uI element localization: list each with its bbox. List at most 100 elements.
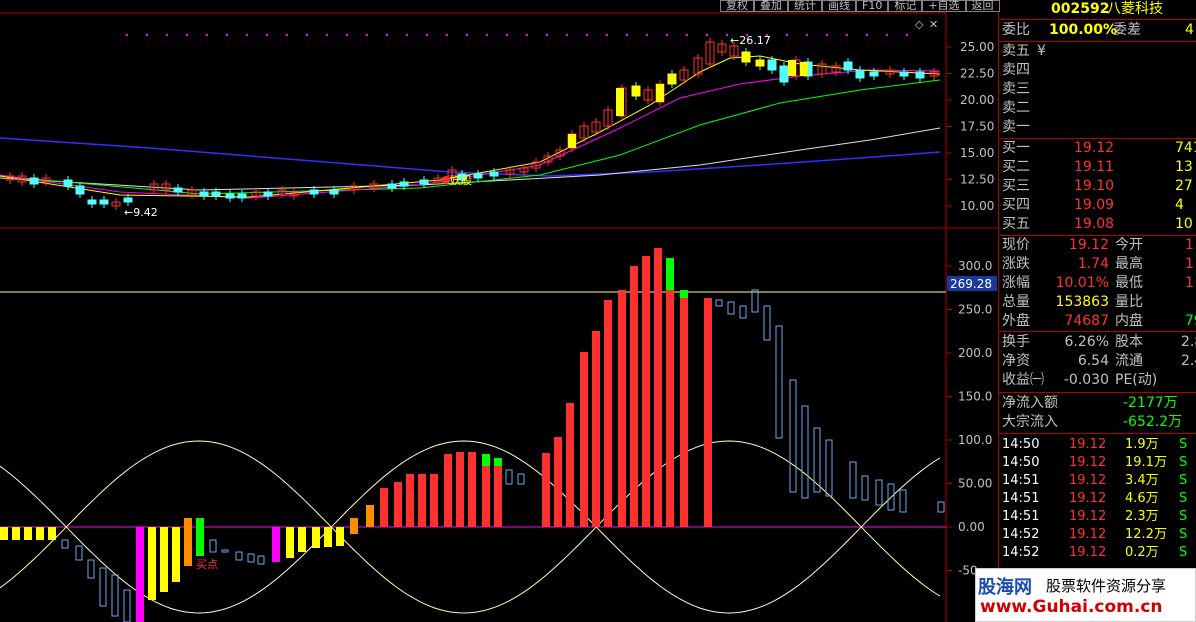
tick-row: 14:52 19.12 0.2万 S xyxy=(999,543,1196,562)
signal-dot xyxy=(226,34,228,36)
indicator-bar xyxy=(418,474,426,527)
indicator-bar xyxy=(654,248,662,527)
watermark-logo: 股海网 xyxy=(978,577,1032,598)
candle-body xyxy=(309,189,319,195)
quote-label2: 内盘 xyxy=(1115,313,1143,329)
signal-dot xyxy=(406,34,408,36)
indicator-bar xyxy=(350,518,358,534)
quote-value: 153863 xyxy=(1055,294,1109,310)
quote-value2: 1 xyxy=(1185,256,1194,272)
tick-volume: 2.3万 xyxy=(1125,509,1159,524)
tick-side: S xyxy=(1179,509,1188,524)
buy-level-3: 买三 19.10 27 xyxy=(999,177,1196,196)
candle-body xyxy=(211,191,221,197)
quote-row-3: 总量 153863 量比 xyxy=(999,293,1196,312)
stock-name: 八菱科技 xyxy=(1107,1,1163,17)
buy-price: 19.12 xyxy=(1074,140,1115,156)
kline-chart-area[interactable]: 25.00 22.50 20.00 17.50 15.00 12.50 10.00 300.0… xyxy=(0,0,998,622)
candle-body xyxy=(199,191,209,197)
toolbar-button-3[interactable]: 画线 xyxy=(822,0,856,12)
indicator-bar xyxy=(12,527,20,540)
candle-body xyxy=(855,69,865,79)
indicator-bar xyxy=(366,505,374,527)
candle-body xyxy=(489,171,499,177)
ind-tick-label: 150.0 xyxy=(958,390,992,404)
indicator-bar xyxy=(324,527,332,547)
buy-volume: 741 xyxy=(1175,140,1196,156)
sell-label: 卖三 xyxy=(1002,81,1030,97)
candle-yellow xyxy=(656,84,664,102)
candle-body xyxy=(631,85,641,97)
buy-label: 买五 xyxy=(1002,216,1030,232)
stock-header: 002592 八菱科技 xyxy=(999,0,1196,19)
toolbar-button-6[interactable]: +自选 xyxy=(922,0,966,12)
candle-yellow xyxy=(616,88,624,116)
signal-dot xyxy=(726,34,728,36)
signal-dot xyxy=(826,34,828,36)
candle-yellow xyxy=(788,60,796,76)
toolbar-button-7[interactable]: 返回 xyxy=(965,0,1000,12)
fund-label: 换手 xyxy=(1002,334,1030,350)
price-tick-label: 22.50 xyxy=(960,67,994,81)
candle-body xyxy=(399,181,409,187)
indicator-bar xyxy=(468,452,476,527)
price-tick-label: 20.00 xyxy=(960,93,994,107)
candle-body xyxy=(779,65,789,83)
tick-side: S xyxy=(1179,527,1188,542)
indicator-bar xyxy=(312,527,320,548)
tick-price: 19.12 xyxy=(1069,491,1107,506)
signal-dot xyxy=(206,34,208,36)
tick-volume: 0.2万 xyxy=(1125,545,1159,560)
tick-volume: 1.9万 xyxy=(1125,437,1159,452)
signal-dot xyxy=(626,34,628,36)
indicator-bar xyxy=(494,458,502,527)
quote-panel: 002592 八菱科技 委比 100.00% 委差 4 卖五 ¥ 卖四 卖三 卖二 卖一 … xyxy=(998,0,1196,622)
signal-dot xyxy=(886,34,888,36)
indicator-bar xyxy=(554,437,562,527)
close-icon: ✕ xyxy=(929,18,938,31)
signal-dot xyxy=(846,34,848,36)
indicator-bar-cap xyxy=(482,454,490,466)
buy-price: 19.11 xyxy=(1074,159,1115,175)
ind-tick-label: 200.0 xyxy=(958,346,992,360)
candle-body xyxy=(667,73,677,85)
quote-row-0: 现价 19.12 今开 1 xyxy=(999,236,1196,255)
candle-body xyxy=(87,199,97,205)
candle-body xyxy=(473,173,483,179)
tick-price: 19.12 xyxy=(1069,473,1107,488)
toolbar-button-2[interactable]: 统计 xyxy=(788,0,822,12)
sell-level-5: 卖五 ¥ xyxy=(999,42,1196,61)
signal-dot xyxy=(466,34,468,36)
toolbar-button-4[interactable]: F10 xyxy=(856,0,889,12)
buy-price: 19.08 xyxy=(1074,216,1115,232)
buy-volume: 27 xyxy=(1175,178,1193,194)
signal-dot xyxy=(806,34,808,36)
quote-value: 10.01% xyxy=(1055,275,1109,291)
toolbar-button-1[interactable]: 叠加 xyxy=(754,0,788,12)
fund-label2: 流通 xyxy=(1115,353,1143,369)
signal-dot xyxy=(546,34,548,36)
buy-volume: 13 xyxy=(1175,159,1193,175)
signal-dot xyxy=(246,34,248,36)
tick-row: 14:52 19.12 12.2万 S xyxy=(999,525,1196,544)
indicator-bar xyxy=(604,300,612,527)
signal-dot xyxy=(306,34,308,36)
tick-price: 19.12 xyxy=(1069,455,1107,470)
indicator-bar xyxy=(618,290,626,527)
toolbar-button-5[interactable]: 标记 xyxy=(888,0,923,12)
signal-marker-label: 妖股 xyxy=(450,173,472,187)
indicator-bar xyxy=(642,256,650,527)
flow-label: 大宗流入 xyxy=(1002,414,1058,430)
tick-side: S xyxy=(1179,545,1188,560)
candle-body xyxy=(63,179,73,187)
signal-dot xyxy=(646,34,648,36)
buy-level-5: 买五 19.08 10 xyxy=(999,215,1196,234)
signal-dot xyxy=(146,34,148,36)
quote-label2: 量比 xyxy=(1115,294,1143,310)
indicator-bar xyxy=(630,266,638,527)
toolbar-button-0[interactable]: 复权 xyxy=(720,0,754,12)
tick-price: 19.12 xyxy=(1069,437,1107,452)
price-tick-label: 10.00 xyxy=(960,199,994,213)
quote-label: 总量 xyxy=(1002,294,1030,310)
tick-price: 19.12 xyxy=(1069,527,1107,542)
